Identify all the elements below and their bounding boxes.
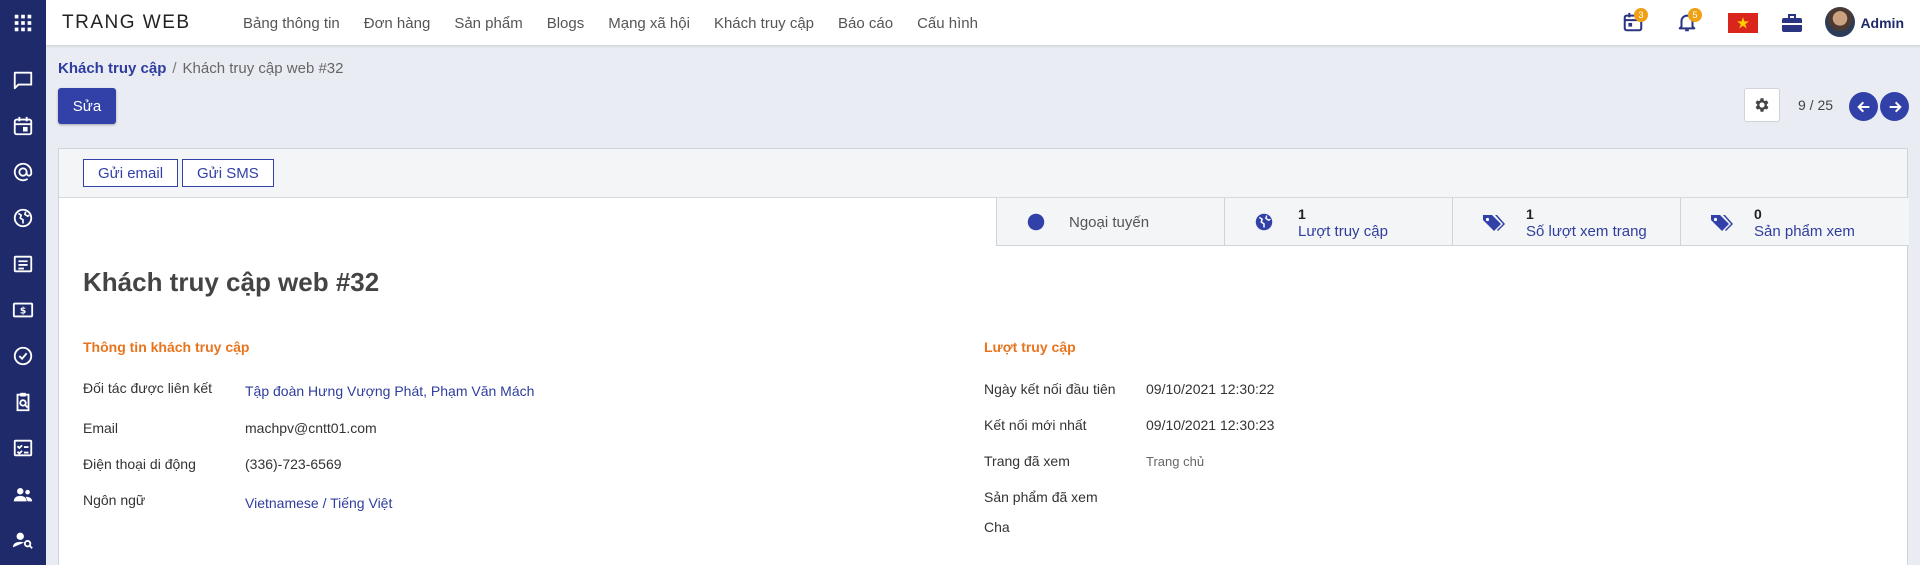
mobile-value: (336)-723-6569 (245, 456, 342, 472)
globe-icon (1255, 213, 1273, 231)
form-sheet: Gửi email Gửi SMS Ngoại tuyến 1 Lượt tru… (58, 148, 1909, 565)
apps-grid-icon[interactable] (11, 11, 35, 35)
user-name[interactable]: Admin (1860, 15, 1904, 31)
field-label: Sản phẩm đã xem (984, 489, 1098, 505)
money-icon[interactable]: $ (11, 298, 35, 322)
products-viewed-button[interactable]: 0 Sản phẩm xem (1681, 198, 1909, 246)
edit-button[interactable]: Sửa (58, 88, 116, 124)
send-sms-button[interactable]: Gửi SMS (182, 159, 274, 187)
pages-viewed-value: Trang chủ (1146, 454, 1205, 469)
briefcase-icon[interactable] (1780, 11, 1804, 35)
users-icon[interactable] (11, 482, 35, 506)
smart-buttons: Ngoại tuyến 1 Lượt truy cập 1 Số lượt xe… (996, 198, 1909, 246)
tags-icon (1711, 215, 1733, 231)
page-views-button[interactable]: 1 Số lượt xem trang (1453, 198, 1681, 246)
calendar-icon[interactable] (11, 114, 35, 138)
products-label: Sản phẩm xem (1754, 223, 1855, 240)
arrow-right-icon (1889, 101, 1902, 112)
field-label: Cha (984, 519, 1010, 535)
breadcrumb-current: Khách truy cập web #32 (182, 60, 344, 77)
app-sidebar: $ (0, 0, 46, 565)
clipboard-search-icon[interactable] (11, 390, 35, 414)
field-label: Kết nối mới nhất (984, 417, 1087, 433)
field-label: Ngôn ngữ (83, 492, 146, 508)
field-label: Đối tác được liên kết (83, 380, 213, 396)
send-email-button[interactable]: Gửi email (83, 159, 179, 187)
breadcrumb-separator: / (172, 60, 177, 77)
arrow-left-icon (1856, 101, 1869, 112)
form-statusbar: Gửi email Gửi SMS (59, 149, 1907, 198)
checklist-icon[interactable] (11, 436, 35, 460)
breadcrumb: Khách truy cập / Khách truy cập web #32 (58, 60, 343, 77)
calendar-badge: 3 (1634, 8, 1648, 22)
visitor-info-group-title: Thông tin khách truy cập (83, 339, 250, 355)
page-views-label: Số lượt xem trang (1526, 223, 1647, 240)
field-label: Email (83, 420, 119, 436)
check-circle-icon[interactable] (11, 344, 35, 368)
chat-icon[interactable] (11, 68, 35, 92)
status-label: Ngoại tuyến (1069, 214, 1150, 231)
language-value[interactable]: Vietnamese / Tiếng Việt (245, 495, 392, 511)
visits-button[interactable]: 1 Lượt truy cập (1225, 198, 1453, 246)
page-views-count: 1 (1526, 206, 1534, 222)
settings-button[interactable] (1744, 88, 1780, 122)
gear-icon (1755, 98, 1769, 112)
products-count: 0 (1754, 206, 1762, 222)
status-button[interactable]: Ngoại tuyến (997, 198, 1225, 246)
notification-bell-icon[interactable]: 5 (1676, 8, 1702, 35)
globe-icon[interactable] (11, 206, 35, 230)
bell-badge: 5 (1688, 8, 1702, 22)
record-title: Khách truy cập web #32 (83, 267, 380, 297)
pager-value: 9 / 25 (1798, 97, 1834, 113)
field-label: Điện thoại di động (83, 456, 196, 472)
document-icon[interactable] (11, 252, 35, 276)
svg-text:$: $ (20, 306, 26, 317)
field-label: Ngày kết nối đầu tiên (984, 381, 1116, 397)
visits-group-title: Lượt truy cập (984, 339, 1076, 355)
field-label: Trang đã xem (984, 453, 1070, 469)
next-record-button[interactable] (1880, 92, 1909, 121)
vietnam-flag-icon[interactable] (1728, 13, 1758, 33)
linked-partner-value[interactable]: Tập đoàn Hưng Vượng Phát, Phạm Văn Mách (245, 383, 534, 399)
tags-icon (1483, 215, 1505, 231)
activity-calendar-icon[interactable]: 3 (1622, 8, 1648, 35)
at-sign-icon[interactable] (11, 160, 35, 184)
previous-record-button[interactable] (1849, 92, 1878, 121)
visits-label: Lượt truy cập (1298, 223, 1388, 240)
breadcrumb-parent[interactable]: Khách truy cập (58, 60, 166, 77)
user-avatar[interactable] (1825, 7, 1855, 37)
email-value: machpv@cntt01.com (245, 420, 377, 436)
last-connection-value: 09/10/2021 12:30:23 (1146, 417, 1275, 433)
user-search-icon[interactable] (11, 528, 35, 552)
first-connection-value: 09/10/2021 12:30:22 (1146, 381, 1275, 397)
status-dot-icon (1027, 213, 1045, 231)
visits-count: 1 (1298, 206, 1306, 222)
top-navbar: TRANG WEB Bảng thông tin Đơn hàng Sản ph… (46, 0, 1920, 46)
